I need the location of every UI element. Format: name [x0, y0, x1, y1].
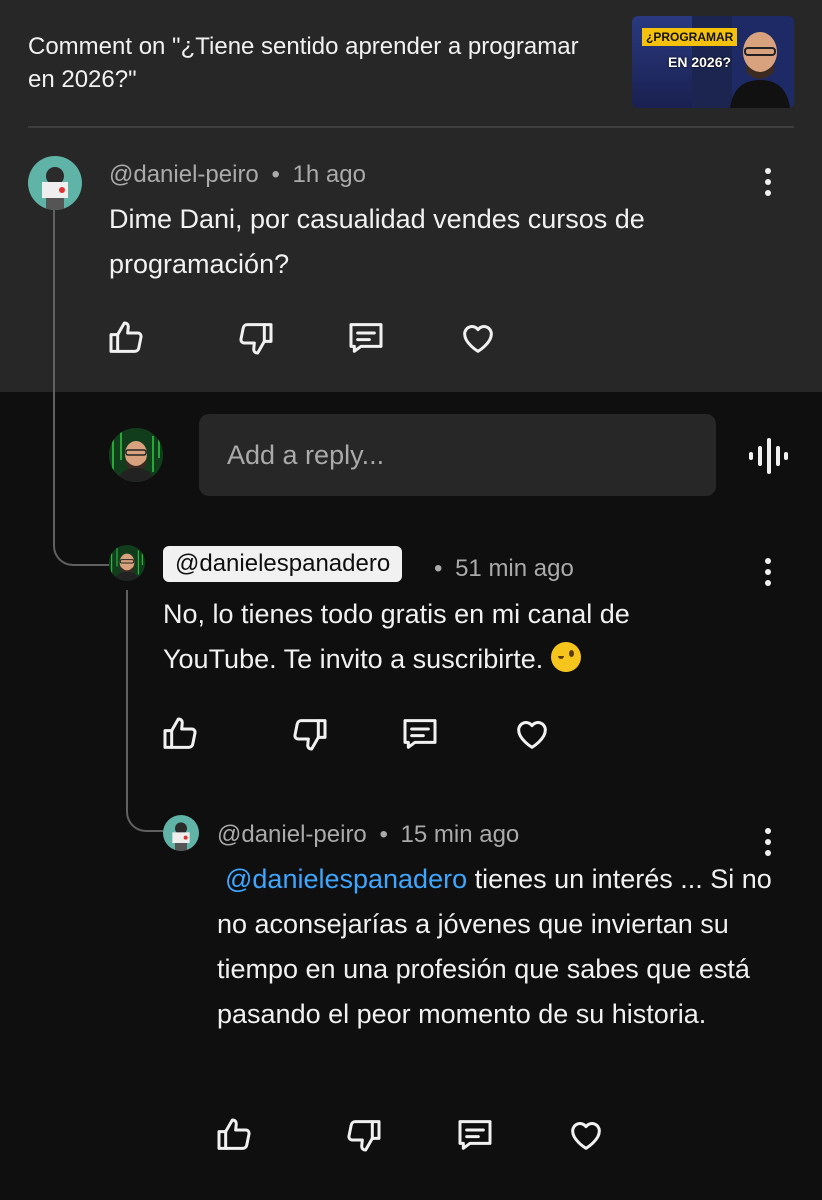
heart-icon[interactable]	[512, 714, 552, 754]
reply-icon[interactable]	[455, 1115, 495, 1155]
dislike-icon[interactable]	[290, 714, 330, 754]
user-avatar	[109, 428, 163, 482]
thread-line-curve	[126, 796, 164, 832]
comment-meta: • 51 min ago	[434, 555, 574, 582]
heart-icon[interactable]	[458, 318, 498, 358]
comment-author[interactable]: @daniel-peiro	[217, 821, 367, 848]
more-vert-icon[interactable]	[758, 828, 778, 858]
header-divider	[28, 126, 794, 128]
wink-emoji-icon	[550, 642, 581, 672]
author-badge[interactable]: @danielespanadero	[163, 546, 403, 582]
thread-line	[126, 590, 128, 800]
thumbnail-text-line1: ¿PROGRAMAR	[642, 28, 738, 46]
reply-icon[interactable]	[400, 714, 440, 754]
reply-input[interactable]: Add a reply...	[199, 414, 716, 496]
page-title: Comment on "¿Tiene sentido aprender a pr…	[28, 33, 579, 93]
dislike-icon[interactable]	[344, 1115, 384, 1155]
reply-icon[interactable]	[346, 318, 386, 358]
comment-text: No, lo tienes todo gratis en mi canal de…	[163, 599, 630, 674]
reply-placeholder: Add a reply...	[227, 440, 385, 470]
mention-link[interactable]: @danielespanadero	[225, 864, 467, 894]
comment-meta: @daniel-peiro • 15 min ago	[217, 821, 520, 848]
comment-meta: @daniel-peiro • 1h ago	[109, 161, 366, 188]
comment-time: 51 min ago	[455, 555, 574, 582]
video-thumbnail[interactable]: ¿PROGRAMAR EN 2026?	[632, 16, 794, 108]
avatar[interactable]	[163, 815, 199, 851]
more-vert-icon[interactable]	[758, 558, 778, 588]
avatar[interactable]	[28, 156, 82, 210]
comment-time: 15 min ago	[400, 821, 520, 848]
comment-time: 1h ago	[292, 161, 366, 188]
like-icon[interactable]	[214, 1115, 254, 1155]
comment-author[interactable]: @daniel-peiro	[109, 161, 259, 188]
thumbnail-text-line2: EN 2026?	[668, 54, 732, 70]
comment-text: Dime Dani, por casualidad vendes cursos …	[109, 204, 645, 279]
thread-line-curve	[53, 530, 109, 566]
thread-line	[53, 206, 55, 538]
like-icon[interactable]	[106, 318, 146, 358]
heart-icon[interactable]	[566, 1115, 606, 1155]
avatar[interactable]	[109, 545, 145, 581]
comment-text: @danielespanadero tienes un interés ... …	[217, 864, 772, 1029]
voice-search-icon[interactable]	[748, 436, 788, 476]
dislike-icon[interactable]	[236, 318, 276, 358]
like-icon[interactable]	[160, 714, 200, 754]
more-vert-icon[interactable]	[758, 168, 778, 198]
